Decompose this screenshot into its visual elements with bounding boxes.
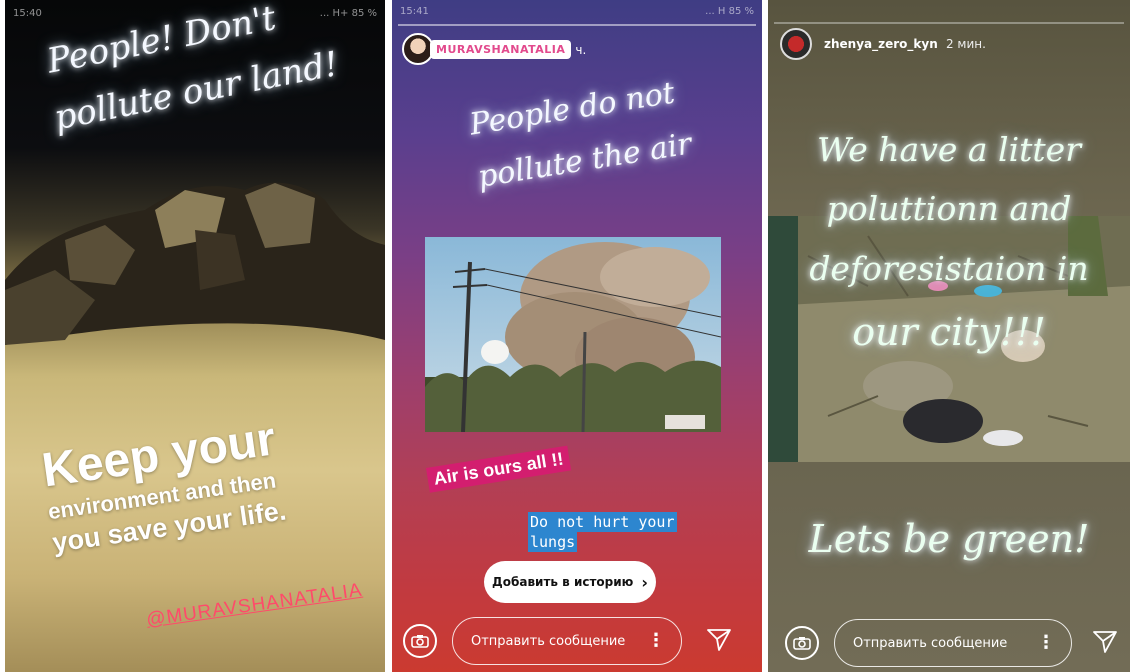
- story2-headline: People do not pollute the air: [466, 53, 762, 204]
- more-vertical-icon[interactable]: ⋮: [647, 629, 665, 653]
- status-time: 15:40: [13, 7, 42, 19]
- message-input[interactable]: Отправить сообщение ⋮: [834, 619, 1072, 667]
- story-panel-3: zhenya_zero_kyn 2 мин. We have a litter …: [768, 0, 1130, 672]
- progress-bar: [774, 22, 1124, 24]
- username-label[interactable]: MURAVSHANATALIA ч.: [430, 40, 586, 59]
- story-age: ч.: [575, 42, 587, 57]
- story3-line: our city!!!: [852, 310, 1046, 355]
- story3-line: poluttionn and: [826, 189, 1072, 229]
- typewriter-line: lungs: [528, 532, 578, 552]
- story3-line: We have a litter: [817, 130, 1081, 169]
- story3-line: deforesistaion in: [809, 248, 1089, 288]
- typewriter-text: Do not hurt your lungs: [528, 512, 677, 552]
- chevron-right-icon: ›: [641, 572, 648, 592]
- garbage-pile-image: [5, 182, 385, 345]
- smoke-photo: [425, 237, 721, 432]
- send-icon[interactable]: [706, 628, 732, 656]
- story-panel-1: 15:40 ... H+ 85 % People! Don't pollute …: [5, 0, 385, 672]
- avatar[interactable]: [780, 28, 812, 60]
- message-input[interactable]: Отправить сообщение ⋮: [452, 617, 682, 665]
- add-to-story-label: Добавить в историю: [492, 575, 634, 589]
- message-placeholder: Отправить сообщение: [471, 633, 626, 649]
- add-to-story-button[interactable]: Добавить в историю ›: [484, 561, 656, 603]
- story3-text: We have a litter poluttionn and deforesi…: [768, 120, 1130, 367]
- camera-icon[interactable]: [785, 626, 819, 660]
- story-panel-2: 15:41 ... H 85 % MURAVSHANATALIA ч. Peop…: [392, 0, 762, 672]
- message-placeholder: Отправить сообщение: [853, 635, 1008, 651]
- username-row[interactable]: zhenya_zero_kyn 2 мин.: [824, 37, 986, 51]
- more-vertical-icon[interactable]: ⋮: [1037, 631, 1055, 655]
- camera-icon[interactable]: [403, 624, 437, 658]
- story-age: 2 мин.: [945, 37, 986, 51]
- story1-mention[interactable]: @MURAVSHANATALIA: [145, 580, 364, 632]
- story3-bottom-text: Lets be green!: [808, 517, 1090, 561]
- sticker-air-is-ours: Air is ours all !!: [426, 445, 572, 493]
- username-label: zhenya_zero_kyn: [824, 37, 938, 51]
- typewriter-line: Do not hurt your: [528, 512, 677, 532]
- story1-big-text: Keep your environment and then you save …: [39, 399, 385, 559]
- status-time: 15:41: [400, 5, 429, 17]
- status-icons: ... H 85 %: [705, 5, 754, 17]
- progress-bar: [398, 24, 756, 26]
- send-icon[interactable]: [1092, 630, 1118, 658]
- status-bar: 15:41 ... H 85 %: [392, 0, 762, 22]
- username-sticker: MURAVSHANATALIA: [430, 40, 572, 59]
